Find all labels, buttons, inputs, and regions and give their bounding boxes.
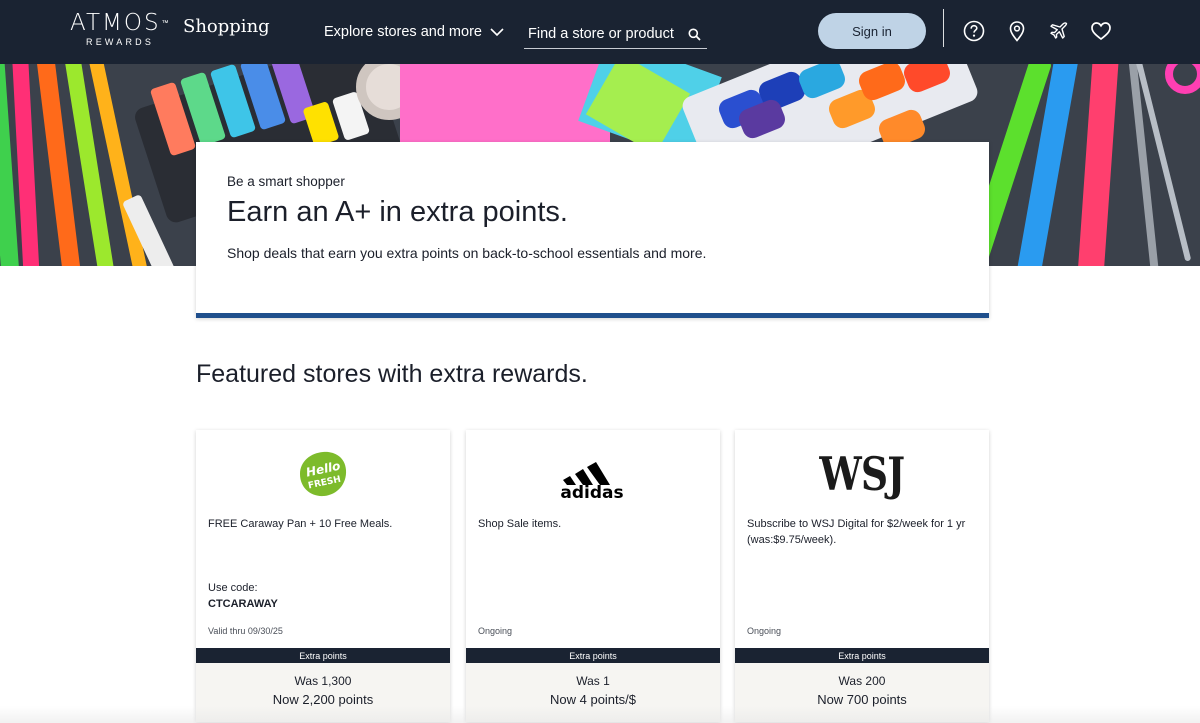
store-offer-text: FREE Caraway Pan + 10 Free Meals.: [208, 518, 393, 530]
points-was: Was 1,300: [294, 674, 352, 688]
logo-trademark: ™: [161, 19, 171, 27]
wsj-logo: WSJ: [735, 447, 989, 501]
offer-validity: Ongoing: [747, 626, 782, 636]
hero-eyebrow: Be a smart shopper: [227, 174, 345, 189]
hero-title: Earn an A+ in extra points.: [227, 196, 568, 228]
featured-stores-heading: Featured stores with extra rewards.: [196, 360, 588, 388]
promo-code-label: Use code:: [208, 582, 258, 594]
points-now: Now 2,200 points: [272, 692, 374, 707]
top-navigation-bar: ATMOS™ REWARDS Shopping Explore stores a…: [0, 0, 1200, 64]
points-now: Now 4 points/$: [550, 692, 636, 707]
points-now: Now 700 points: [817, 692, 907, 707]
location-pin-icon[interactable]: [1006, 20, 1028, 42]
offer-validity: Valid thru 09/30/25: [208, 626, 283, 636]
extra-points-banner: Extra points: [196, 648, 450, 663]
store-offer-text: Subscribe to WSJ Digital for $2/week for…: [747, 518, 966, 546]
chevron-down-icon: [490, 27, 504, 36]
store-card-adidas[interactable]: adidas Shop Sale items. Ongoing Extra po…: [466, 430, 720, 722]
points-was: Was 200: [838, 674, 886, 688]
extra-points-banner: Extra points: [735, 648, 989, 663]
offer-validity: Ongoing: [478, 626, 513, 636]
hero-description: Shop deals that earn you extra points on…: [227, 245, 707, 261]
explore-stores-label: Explore stores and more: [324, 24, 482, 40]
promo-code-value: CTCARAWAY: [208, 598, 278, 610]
hero-promo-card: Be a smart shopper Earn an A+ in extra p…: [196, 142, 989, 318]
help-icon[interactable]: [963, 20, 985, 42]
extra-points-banner: Extra points: [466, 648, 720, 663]
bottom-fade: [0, 706, 1200, 723]
logo-subtitle: REWARDS: [86, 37, 155, 47]
wsj-wordmark: WSJ: [819, 447, 906, 501]
store-card-hellofresh[interactable]: Hello FRESH FREE Caraway Pan + 10 Free M…: [196, 430, 450, 722]
store-offer-text: Shop Sale items.: [478, 518, 562, 530]
logo-wordmark: ATMOS: [70, 10, 161, 36]
airplane-icon[interactable]: [1048, 20, 1070, 42]
heart-icon[interactable]: [1090, 20, 1112, 42]
hellofresh-logo: Hello FRESH: [196, 448, 450, 500]
explore-stores-menu[interactable]: Explore stores and more: [324, 24, 504, 40]
search-placeholder: Find a store or product: [528, 26, 674, 42]
points-was: Was 1: [576, 674, 610, 688]
store-card-wsj[interactable]: WSJ Subscribe to WSJ Digital for $2/week…: [735, 430, 989, 722]
header-divider: [943, 9, 944, 47]
shopping-label[interactable]: Shopping: [183, 16, 270, 37]
adidas-logo: adidas: [466, 448, 720, 500]
search-field[interactable]: Find a store or product: [524, 20, 707, 49]
atmos-rewards-logo[interactable]: ATMOS™ REWARDS: [70, 11, 171, 47]
adidas-wordmark: adidas: [560, 483, 623, 499]
sign-in-button[interactable]: Sign in: [818, 13, 926, 49]
search-icon[interactable]: [688, 28, 701, 41]
